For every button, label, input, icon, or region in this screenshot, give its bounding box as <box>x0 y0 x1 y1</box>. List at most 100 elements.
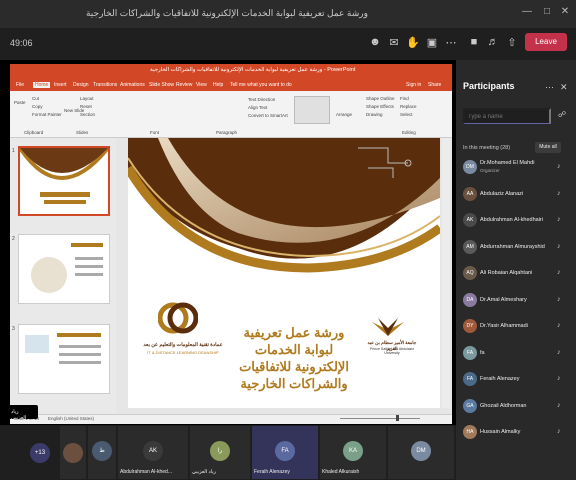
leave-button[interactable]: Leave <box>525 33 567 51</box>
participant-name: Abdulrahman Al-khedhairi <box>480 217 543 223</box>
slide-thumb-2[interactable] <box>18 234 110 304</box>
tab-slideshow[interactable]: Slide Show <box>149 82 174 88</box>
smartart-button[interactable]: Convert to SmartArt <box>248 113 288 118</box>
participant-name: Hussain Almalky <box>480 429 521 435</box>
it-deanship-ar: عمادة تقنية المعلومات والتعليم عن بعد <box>143 342 223 348</box>
zoom-slider[interactable] <box>340 418 420 419</box>
tab-transitions[interactable]: Transitions <box>93 82 117 88</box>
shape-effects-button[interactable]: Drawing <box>366 112 383 117</box>
rooms-icon[interactable]: ▣ <box>424 36 440 50</box>
reset-button[interactable]: Reset <box>80 104 92 109</box>
mic-muted-icon[interactable]: ♪ <box>557 349 561 356</box>
tab-review[interactable]: Review <box>176 82 192 88</box>
close-panel-icon[interactable]: ✕ <box>560 82 568 93</box>
participant-avatar: DA <box>463 292 477 307</box>
tell-me-search[interactable]: Tell me what you want to do <box>230 82 292 88</box>
mic-muted-icon[interactable]: ♪ <box>557 428 561 435</box>
arrange-button[interactable]: Arrange <box>336 112 352 117</box>
mic-muted-icon[interactable]: ♪ <box>557 269 561 276</box>
share-invite-icon[interactable]: ☍ <box>558 110 566 119</box>
tab-file[interactable]: File <box>16 82 24 88</box>
main-slide[interactable]: عمادة تقنية المعلومات والتعليم عن بعد IT… <box>128 138 440 408</box>
participant-avatar: AM <box>463 239 477 254</box>
ppt-share-button[interactable]: Share <box>428 82 441 88</box>
tile-avatar: AK <box>143 441 163 461</box>
it-deanship-logo <box>157 298 199 338</box>
mic-muted-icon[interactable]: ♪ <box>557 402 561 409</box>
mic-muted-icon[interactable]: ♪ <box>557 190 561 197</box>
tile-avatar: ط <box>92 441 112 461</box>
psau-name-en: Prince Sattam Bin Abdulaziz University <box>370 347 414 355</box>
slide-thumb-1[interactable] <box>18 146 110 216</box>
people-icon[interactable]: ☻ <box>367 36 383 50</box>
participant-name: Dr.Yasir Alhammadi <box>480 323 528 329</box>
slide-thumb-3[interactable] <box>18 324 110 394</box>
slide-scrollbar[interactable] <box>442 138 450 408</box>
mic-muted-icon[interactable]: ♪ <box>557 216 561 223</box>
editing-group-label: Editing <box>402 130 416 135</box>
layout-button[interactable]: Layout <box>80 96 94 101</box>
mic-off-icon[interactable]: ♬ <box>485 36 501 50</box>
tile-label: Khaled Alkuraish <box>322 469 360 475</box>
replace-button[interactable]: Replace <box>400 104 417 109</box>
window-title: ورشة عمل تعريفية لبوابة الخدمات الإلكترو… <box>85 8 368 18</box>
select-button[interactable]: Select <box>400 112 413 117</box>
mute-all-button[interactable]: Mute all <box>535 142 561 153</box>
zoom-thumb[interactable] <box>396 415 399 421</box>
raise-hand-icon[interactable]: ✋ <box>405 36 421 50</box>
tile-avatar <box>63 443 83 463</box>
mic-muted-icon[interactable]: ♪ <box>557 243 561 250</box>
slides-group-label: Slides <box>76 130 89 135</box>
shape-outline-button[interactable]: Shape Effects <box>366 104 394 109</box>
tab-view[interactable]: View <box>196 82 207 88</box>
align-text-button[interactable]: Align Text <box>248 105 267 110</box>
minimize-icon[interactable]: — <box>520 6 534 20</box>
participants-title: Participants <box>463 81 515 91</box>
format-painter-button[interactable]: Format Painter <box>32 112 62 117</box>
sign-in-link[interactable]: Sign in <box>406 82 421 88</box>
shape-fill-button[interactable]: Shape Outline <box>366 96 395 101</box>
tab-help[interactable]: Help <box>213 82 223 88</box>
paragraph-group-label: Paragraph <box>216 130 238 135</box>
shapes-gallery[interactable] <box>294 96 330 124</box>
participant-avatar: DY <box>463 319 477 333</box>
participant-name: Ghozail Aldhorman <box>480 402 527 409</box>
mic-muted-icon[interactable]: ♪ <box>557 296 561 303</box>
participant-name: Abdurrahman Almurayshid <box>480 243 545 250</box>
text-direction-button[interactable]: Text Direction <box>248 97 275 102</box>
paste-button[interactable]: Paste <box>14 100 26 105</box>
tab-insert[interactable]: Insert <box>54 82 67 88</box>
tile-avatar: KA <box>343 441 363 461</box>
close-icon[interactable]: ✕ <box>558 6 572 20</box>
share-icon[interactable]: ⇧ <box>504 36 520 50</box>
more-options-icon[interactable]: ⋯ <box>545 82 554 93</box>
tab-design[interactable]: Design <box>73 82 89 88</box>
participant-role: Organizer <box>480 168 500 173</box>
mic-muted-icon[interactable]: ♪ <box>557 375 561 382</box>
tab-animations[interactable]: Animations <box>120 82 145 88</box>
more-participants-badge[interactable]: +13 <box>30 443 50 463</box>
thumb-number: 1 <box>12 148 15 154</box>
meeting-timer: 49:06 <box>10 38 33 48</box>
participant-avatar: AK <box>463 213 477 227</box>
chat-icon[interactable]: ✉ <box>386 36 402 50</box>
in-meeting-header[interactable]: In this meeting (28) <box>463 145 510 151</box>
tile-label: Abdulrahman Al-khed... <box>120 469 172 475</box>
mic-muted-icon[interactable]: ♪ <box>557 163 561 170</box>
tab-home[interactable]: Home <box>33 82 51 88</box>
cut-button[interactable]: Cut <box>32 96 39 101</box>
participant-name: Ali Robaian Alqahtani <box>480 270 533 276</box>
clipboard-group-label: Clipboard <box>24 130 44 135</box>
find-button[interactable]: Find <box>400 96 409 101</box>
copy-button[interactable]: Copy <box>32 104 43 109</box>
section-button[interactable]: Section <box>80 112 95 117</box>
camera-off-icon[interactable]: ■ <box>466 36 482 50</box>
participant-search-input[interactable] <box>463 108 551 124</box>
language-status[interactable]: English (United States) <box>48 416 94 421</box>
video-tile[interactable] <box>60 426 86 479</box>
maximize-icon[interactable]: □ <box>540 6 554 20</box>
tile-avatar: DM <box>411 441 431 461</box>
more-icon[interactable]: ⋯ <box>443 36 459 50</box>
participant-avatar: FA <box>463 372 477 386</box>
mic-muted-icon[interactable]: ♪ <box>557 322 561 329</box>
